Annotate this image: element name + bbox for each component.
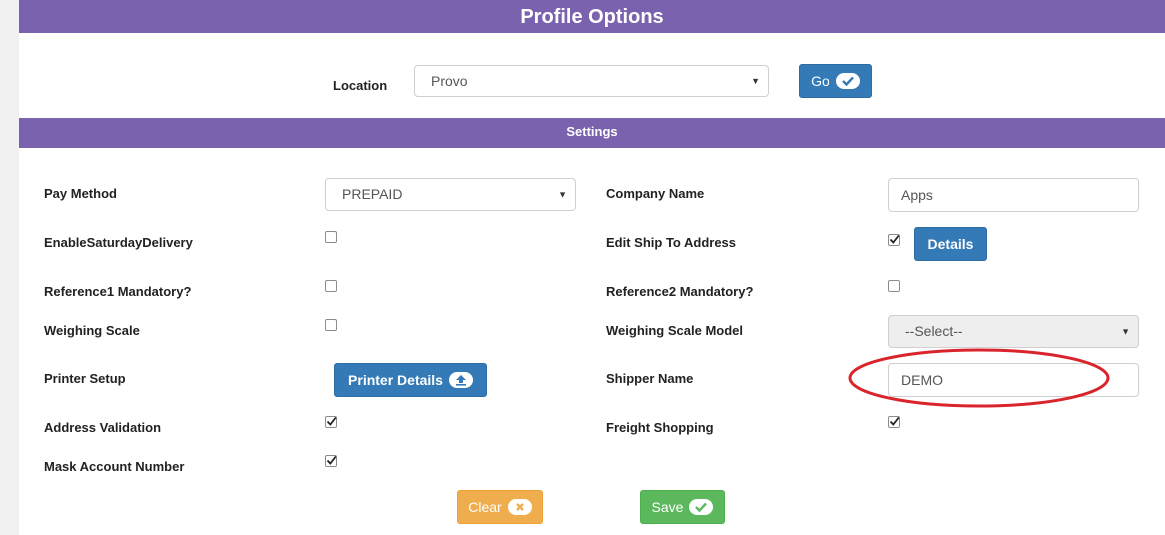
checkmark-icon: [889, 416, 900, 426]
location-select[interactable]: Provo ▼: [414, 65, 769, 97]
details-button[interactable]: Details: [914, 227, 987, 261]
check-icon: [835, 73, 860, 89]
save-button[interactable]: Save: [640, 490, 725, 524]
page-title: Profile Options: [19, 0, 1165, 33]
pay-method-label: Pay Method: [44, 186, 117, 201]
go-button[interactable]: Go: [799, 64, 872, 98]
checkmark-icon: [889, 234, 900, 244]
location-select-value: Provo: [431, 73, 468, 89]
shipper-name-label: Shipper Name: [606, 371, 694, 386]
chevron-down-icon: ▼: [1121, 326, 1130, 336]
checkmark-icon: [326, 416, 337, 426]
weighing-scale-model-select[interactable]: --Select-- ▼: [888, 315, 1139, 348]
company-name-label: Company Name: [606, 186, 705, 201]
freight-shopping-label: Freight Shopping: [606, 420, 714, 435]
printer-setup-label: Printer Setup: [44, 371, 126, 386]
clear-button-label: Clear: [468, 499, 502, 515]
pay-method-value: PREPAID: [342, 186, 403, 202]
clear-button[interactable]: Clear: [457, 490, 543, 524]
freight-shopping-checkbox[interactable]: [888, 416, 900, 428]
reference2-mandatory-checkbox[interactable]: [888, 280, 900, 292]
chevron-down-icon: ▼: [558, 189, 567, 199]
reference1-mandatory-checkbox[interactable]: [325, 280, 337, 292]
checkmark-icon: [326, 455, 337, 465]
printer-details-label: Printer Details: [348, 372, 443, 388]
pay-method-select[interactable]: PREPAID ▼: [325, 178, 576, 211]
edit-ship-to-address-checkbox[interactable]: [888, 234, 900, 246]
chevron-down-icon: ▼: [751, 76, 760, 86]
annotation-circle: [848, 348, 1110, 408]
weighing-scale-checkbox[interactable]: [325, 319, 337, 331]
address-validation-label: Address Validation: [44, 420, 162, 435]
close-icon: [507, 499, 532, 515]
reference1-mandatory-label: Reference1 Mandatory?: [44, 284, 192, 299]
enable-saturday-delivery-label: EnableSaturdayDelivery: [44, 235, 193, 250]
upload-icon: [448, 372, 473, 388]
reference2-mandatory-label: Reference2 Mandatory?: [606, 284, 754, 299]
edit-ship-to-address-label: Edit Ship To Address: [606, 235, 737, 250]
weighing-scale-label: Weighing Scale: [44, 323, 140, 338]
company-name-input[interactable]: Apps: [888, 178, 1139, 212]
weighing-scale-model-label: Weighing Scale Model: [606, 323, 744, 338]
save-button-label: Save: [651, 499, 684, 515]
location-label: Location: [333, 78, 388, 93]
check-icon: [689, 499, 714, 515]
printer-details-button[interactable]: Printer Details: [334, 363, 487, 397]
mask-account-number-label: Mask Account Number: [44, 459, 185, 474]
mask-account-number-checkbox[interactable]: [325, 455, 337, 467]
company-name-value: Apps: [901, 187, 933, 203]
settings-header: Settings: [19, 118, 1165, 148]
left-strip: [0, 0, 19, 535]
weighing-scale-model-value: --Select--: [905, 323, 963, 339]
enable-saturday-delivery-checkbox[interactable]: [325, 231, 337, 243]
go-button-label: Go: [811, 73, 830, 89]
address-validation-checkbox[interactable]: [325, 416, 337, 428]
